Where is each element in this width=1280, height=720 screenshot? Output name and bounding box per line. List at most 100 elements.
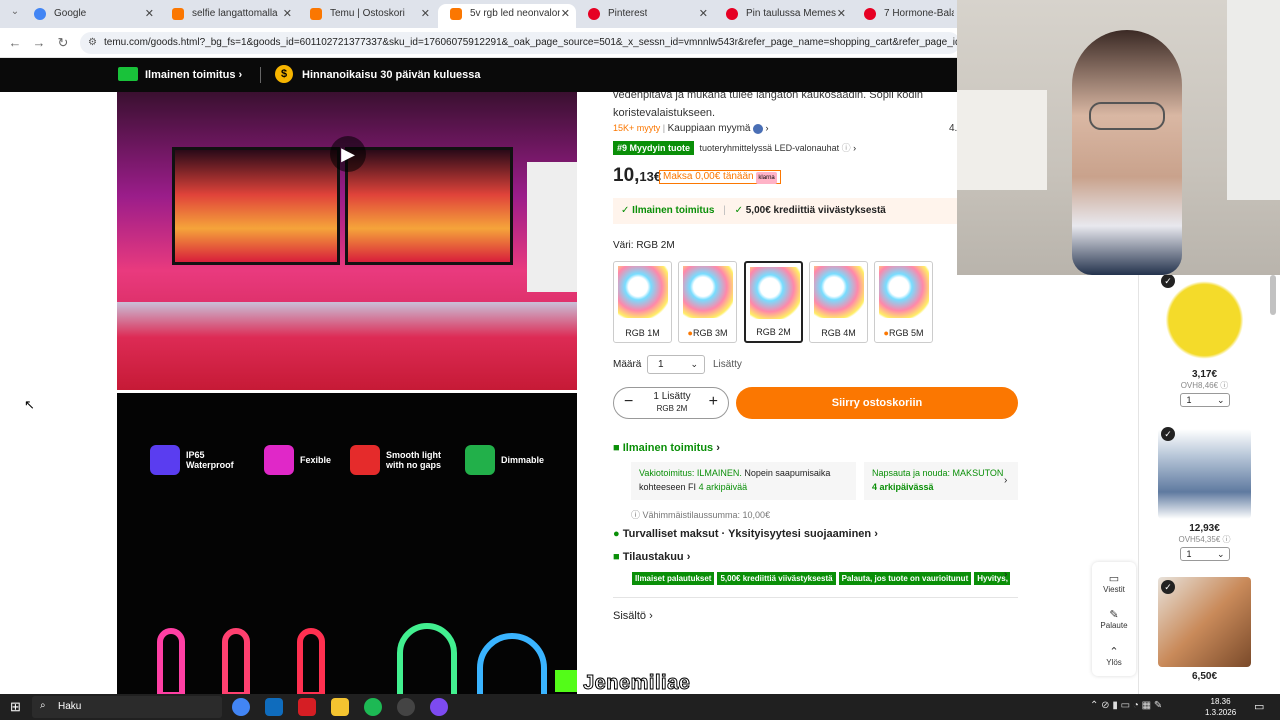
truck-icon: ■ [613, 442, 620, 454]
feature-flexible: Fexible [264, 445, 331, 475]
product-feature-image: IP65 Waterproof Fexible Smooth light wit… [117, 393, 577, 694]
spotify-icon[interactable] [364, 698, 382, 716]
close-icon[interactable]: ✕ [283, 4, 292, 24]
product-video[interactable]: ▶ [117, 92, 577, 390]
file-explorer-icon[interactable] [331, 698, 349, 716]
search-icon: ⌕ [40, 700, 46, 711]
cart-item-image [1158, 429, 1251, 519]
receipt-icon: ■ [613, 551, 620, 563]
swatch-rgb-4m[interactable]: RGB 4M [809, 261, 868, 343]
qty-label: Määrä [613, 359, 642, 370]
messages-button[interactable]: ▭ Viestit [1094, 572, 1134, 594]
obs-icon[interactable] [397, 698, 415, 716]
tab-google[interactable]: Google ✕ [22, 4, 160, 28]
rank-row[interactable]: #9 Myydyin tuote tuoteryhmittelyssä LED-… [613, 141, 856, 155]
swatch-rgb-1m[interactable]: RGB 1M [613, 261, 672, 343]
scrollbar-thumb[interactable] [1270, 275, 1276, 315]
swatch-rgb-5m[interactable]: ●RGB 5M [874, 261, 933, 343]
tab-hormone[interactable]: 7 Hormone-Balancing [852, 4, 962, 28]
close-icon[interactable]: ✕ [145, 4, 154, 24]
klarna-badge[interactable]: Maksa 0,00€ tänään klarna [659, 170, 781, 184]
quantity-stepper: − 1 Lisätty RGB 2M + [613, 387, 729, 419]
chevron-down-icon: ⌄ [690, 359, 698, 369]
site-info-icon[interactable]: ⚙ [88, 32, 97, 54]
oven [957, 90, 1047, 190]
pinterest-icon [726, 8, 738, 20]
seller-link[interactable]: Kauppiaan myymä [668, 123, 751, 134]
clock[interactable]: 18.36 1.3.2026 [1205, 696, 1236, 718]
tab-temu-selfie[interactable]: selfie langattomalla kauko ✕ [160, 4, 298, 28]
close-icon[interactable]: ✕ [837, 4, 846, 24]
tab-rgb-led[interactable]: 5v rgb led neonvalonauha ✕ [438, 4, 576, 28]
plus-button[interactable]: + [709, 394, 718, 410]
cart-item[interactable]: 12,93€ OVH54,35€ ⓘ 1 ⌄ [1158, 429, 1251, 561]
taskbar-search[interactable]: ⌕ Haku [32, 696, 222, 718]
neon-strip-blue [477, 633, 547, 694]
back-icon[interactable]: ← [6, 34, 24, 52]
promo-shipping[interactable]: Ilmainen toimitus › [145, 69, 242, 81]
promo-bar: Ilmainen toimitus › $ Hinnanoikaisu 30 p… [0, 58, 958, 92]
chevron-down-icon: ⌄ [1216, 395, 1225, 405]
cart-qty-select[interactable]: 1 ⌄ [1179, 393, 1230, 407]
app-icon[interactable] [430, 698, 448, 716]
windows-start-icon[interactable]: ⊞ [10, 700, 21, 713]
scroll-top-button[interactable]: ⌃ Ylös [1094, 645, 1134, 667]
min-order: ⓘ Vähimmäistilaussumma: 10,00€ [631, 510, 771, 520]
truck-icon [118, 67, 138, 81]
tab-temu-cart[interactable]: Temu | Ostoskori ✕ [298, 4, 436, 28]
klarna-logo: klarna [756, 172, 777, 184]
sold-count: 15K+ myyty [613, 123, 661, 133]
checkbox-checked-icon[interactable]: ✓ [1161, 580, 1175, 594]
order-guarantee[interactable]: ■ Tilaustakuu › [613, 551, 690, 563]
reload-icon[interactable]: ↻ [54, 34, 72, 52]
tab-pinterest[interactable]: Pinterest ✕ [576, 4, 714, 28]
cart-qty-select[interactable]: 1 ⌄ [1179, 547, 1230, 561]
wave-icon [264, 445, 294, 475]
divider [260, 67, 261, 83]
guarantee-tags: Ilmaiset palautukset 5,00€ krediittiä vii… [632, 570, 1010, 585]
info-icon: ⓘ [841, 143, 851, 153]
app-l-icon[interactable] [298, 698, 316, 716]
forward-icon[interactable]: → [30, 34, 48, 52]
person [1072, 30, 1182, 275]
minus-button[interactable]: − [624, 394, 633, 410]
swatch-rgb-2m[interactable]: RGB 2M [744, 261, 803, 343]
edit-icon: ✎ [1109, 609, 1119, 621]
stepper-variant: RGB 2M [656, 404, 688, 413]
close-icon[interactable]: ✕ [421, 4, 430, 24]
outlook-icon[interactable] [265, 698, 283, 716]
neon-strip-red2 [297, 628, 325, 694]
color-label: Väri: RGB 2M [613, 240, 675, 251]
windows-taskbar: ⊞ ⌕ Haku ⌃ ⊘ ▮ ▭ ◔ ▦ ✎ 18.36 1.3.2026 ▭ [0, 694, 1280, 720]
desk [117, 302, 577, 390]
cart-item[interactable]: 3,17€ OVH8,46€ ⓘ 1 ⌄ [1158, 275, 1251, 407]
checkbox-checked-icon[interactable]: ✓ [1161, 427, 1175, 441]
qty-select[interactable]: 1 ⌄ [647, 355, 705, 374]
benefits-box: ✓ Ilmainen toimitus | ✓ 5,00€ krediittiä… [613, 198, 958, 224]
sales-row: 15K+ myyty | Kauppiaan myymä › [613, 123, 769, 134]
checkout-button[interactable]: Siirry ostoskoriin [736, 387, 1018, 419]
url-field[interactable]: ⚙ temu.com/goods.html?_bg_fs=1&goods_id=… [80, 32, 960, 54]
system-tray-icons[interactable]: ⌃ ⊘ ▮ ▭ ◔ ▦ ✎ [1090, 700, 1162, 711]
stream-caption: Jenemiliae [555, 670, 690, 695]
chrome-icon[interactable] [232, 698, 250, 716]
swatch-rgb-3m[interactable]: ●RGB 3M [678, 261, 737, 343]
temu-icon [310, 8, 322, 20]
dimmer-icon [465, 445, 495, 475]
notification-icon[interactable]: ▭ [1254, 700, 1264, 713]
feedback-button[interactable]: ✎ Palaute [1094, 608, 1134, 630]
feature-smooth: Smooth light with no gaps [350, 445, 450, 475]
shipping-header[interactable]: ■ Ilmainen toimitus › [613, 442, 720, 454]
close-icon[interactable]: ✕ [699, 4, 708, 24]
checkbox-checked-icon[interactable]: ✓ [1161, 274, 1175, 288]
play-icon[interactable]: ▶ [330, 136, 366, 172]
contents-link[interactable]: Sisältö › [613, 610, 653, 622]
secure-payments[interactable]: ● Turvalliset maksut · Yksityisyytesi su… [613, 528, 878, 540]
tab-pin-memes[interactable]: Pin taulussa Memes ✕ [714, 4, 852, 28]
chevron-down-icon: ⌄ [1216, 549, 1225, 559]
cart-item-price: 3,17€ [1191, 369, 1218, 380]
glasses [1089, 102, 1165, 130]
chevron-right-icon[interactable]: › [1004, 569, 1007, 580]
close-icon[interactable]: ✕ [561, 4, 570, 24]
chevron-right-icon[interactable]: › [1004, 475, 1007, 486]
